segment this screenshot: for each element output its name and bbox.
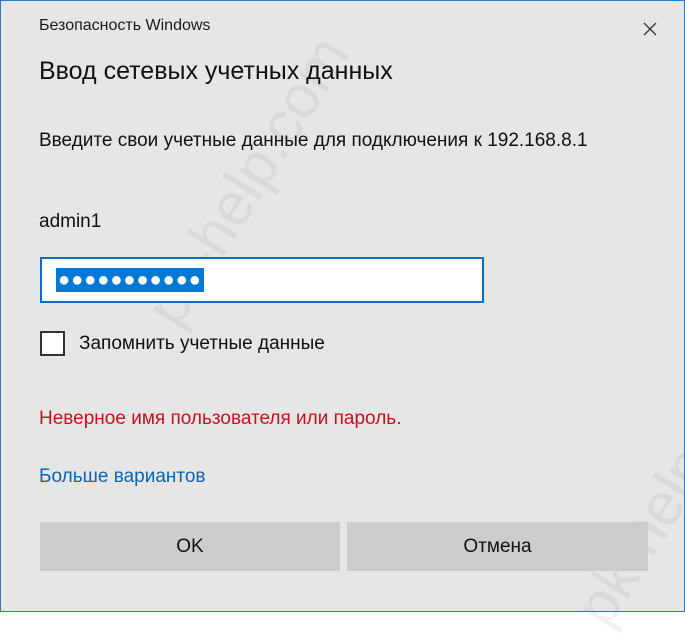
window-title: Безопасность Windows [39, 17, 211, 34]
remember-credentials-label: Запомнить учетные данные [79, 332, 325, 354]
cancel-button[interactable]: Отмена [347, 522, 648, 571]
username-label: admin1 [39, 211, 102, 232]
error-message: Неверное имя пользователя или пароль. [39, 408, 402, 429]
dialog-heading: Ввод сетевых учетных данных [39, 57, 393, 85]
password-input[interactable]: ●●●●●●●●●●● [40, 257, 484, 303]
checkbox-box[interactable] [40, 331, 65, 356]
more-options-link[interactable]: Больше вариантов [39, 466, 206, 488]
credential-dialog: pk-help.com pk-help.com Безопасность Win… [0, 0, 685, 637]
remember-credentials-checkbox[interactable]: Запомнить учетные данные [40, 331, 325, 356]
close-icon [643, 22, 657, 36]
ok-button[interactable]: OK [40, 522, 340, 571]
password-selected-text: ●●●●●●●●●●● [56, 268, 204, 292]
close-button[interactable] [631, 11, 669, 47]
watermark: pk-help.com [561, 324, 685, 638]
dialog-prompt: Введите свои учетные данные для подключе… [39, 130, 588, 151]
